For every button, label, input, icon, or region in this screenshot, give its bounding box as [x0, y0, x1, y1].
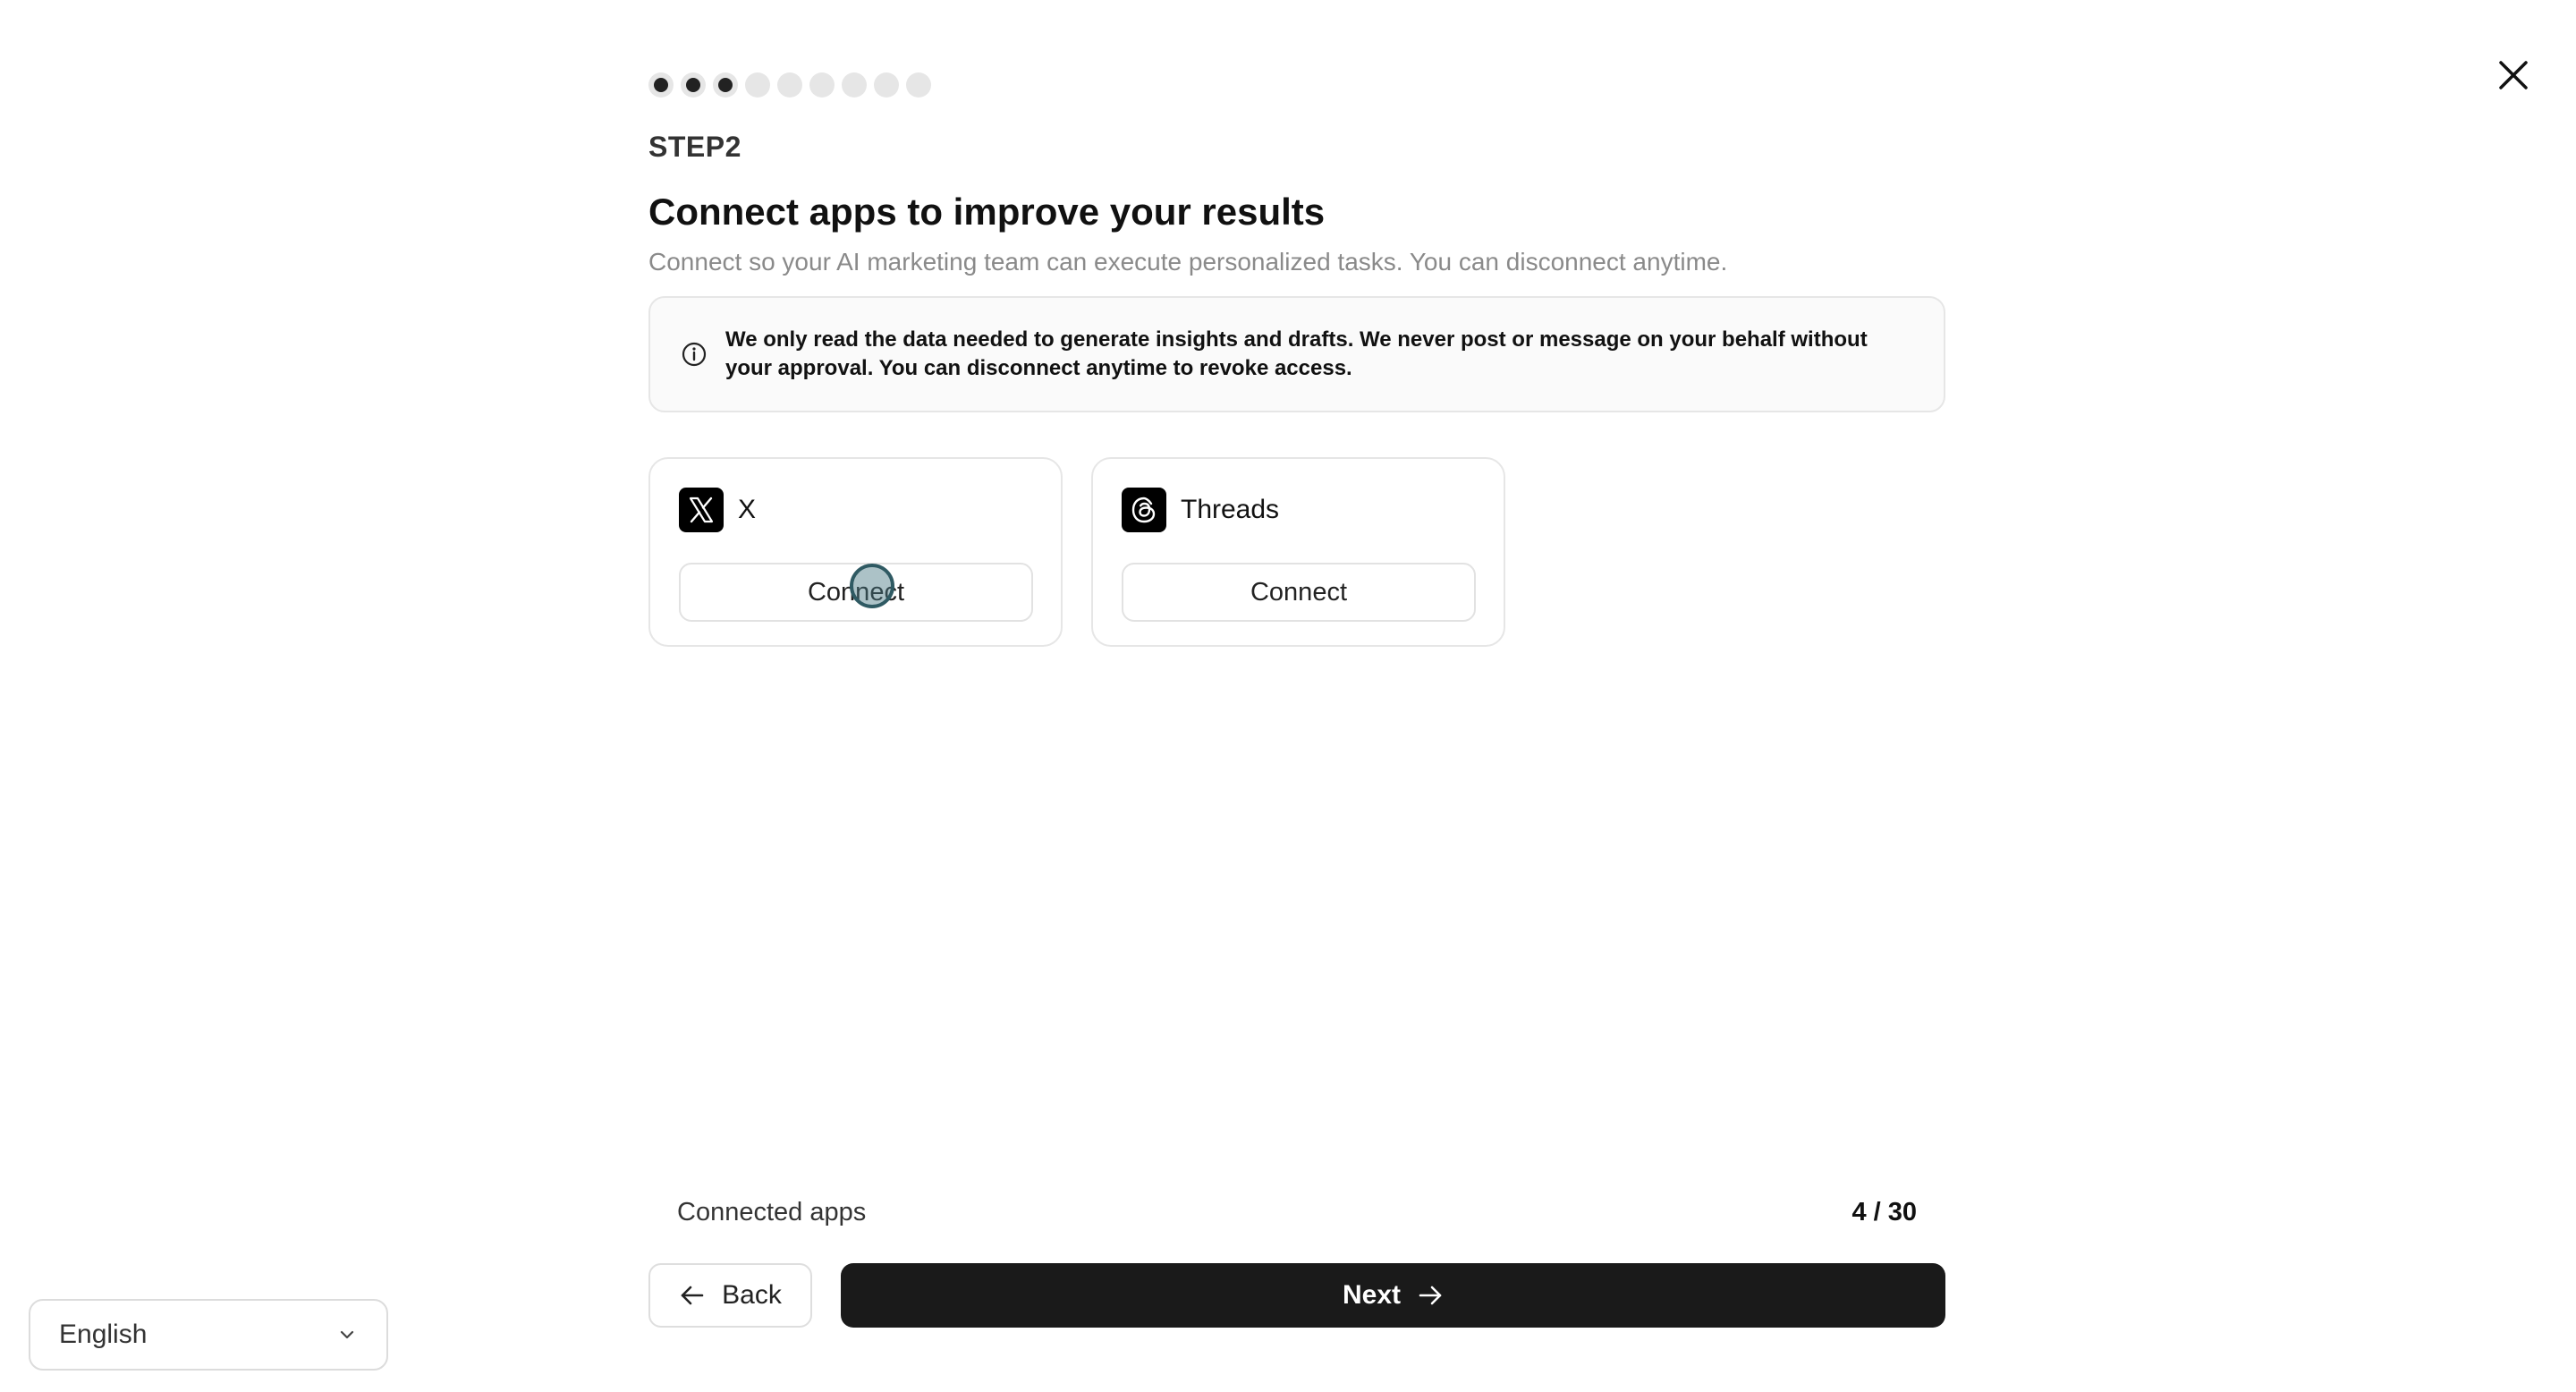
cursor-indicator [850, 564, 894, 608]
connected-apps-value: 4 / 30 [1852, 1197, 1917, 1226]
connected-apps-counter: Connected apps 4 / 30 [648, 1181, 1945, 1243]
step-navigation: Back Next [648, 1263, 1945, 1328]
progress-dot-7 [842, 72, 867, 98]
chevron-down-icon [340, 1330, 354, 1339]
app-card-x: X Connect [648, 457, 1063, 647]
x-logo-icon [679, 488, 724, 532]
app-name: Threads [1181, 495, 1280, 524]
onboarding-step: STEP2 Connect apps to improve your resul… [648, 72, 1945, 647]
app-card-threads: Threads Connect [1091, 457, 1505, 647]
language-value: English [59, 1320, 148, 1349]
connect-threads-button[interactable]: Connect [1122, 563, 1476, 622]
step-label: STEP2 [648, 131, 741, 163]
progress-dot-6 [809, 72, 835, 98]
close-icon [2499, 61, 2528, 89]
app-cards: X Connect Threads Connect [648, 457, 1945, 647]
info-icon [682, 342, 707, 367]
progress-dot-3 [713, 72, 738, 98]
back-label: Back [722, 1280, 782, 1310]
progress-dot-9 [906, 72, 931, 98]
app-name: X [738, 495, 757, 524]
arrow-right-icon [1401, 1282, 1444, 1309]
next-button[interactable]: Next [841, 1263, 1945, 1328]
progress-dot-2 [681, 72, 706, 98]
progress-dots [648, 72, 1945, 98]
page-title: Connect apps to improve your results [648, 191, 1326, 233]
threads-logo-icon [1122, 488, 1166, 532]
notice-text: We only read the data needed to generate… [725, 327, 1868, 380]
privacy-notice: We only read the data needed to generate… [648, 296, 1945, 412]
arrow-left-icon [679, 1282, 722, 1309]
progress-dot-5 [777, 72, 802, 98]
page-subtitle: Connect so your AI marketing team can ex… [648, 248, 1728, 276]
connected-apps-label: Connected apps [677, 1197, 867, 1226]
close-button[interactable] [2494, 55, 2533, 95]
next-label: Next [1342, 1280, 1402, 1310]
language-select[interactable]: English [29, 1299, 388, 1371]
progress-dot-4 [745, 72, 770, 98]
progress-dot-1 [648, 72, 674, 98]
back-button[interactable]: Back [648, 1263, 812, 1328]
progress-dot-8 [874, 72, 899, 98]
